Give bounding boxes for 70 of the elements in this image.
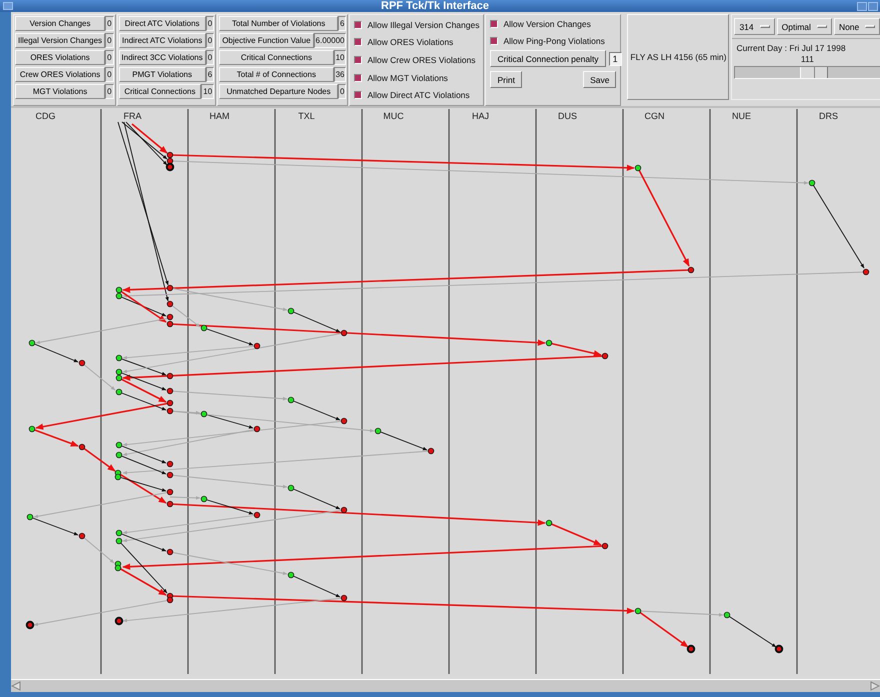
- day-slider[interactable]: [734, 66, 880, 79]
- dropdown[interactable]: 314: [734, 18, 775, 35]
- counter-value: 6: [338, 16, 346, 31]
- counter-button[interactable]: Critical Connections: [118, 84, 202, 99]
- counter-button[interactable]: PMGT Violations: [118, 67, 206, 82]
- column-label: NUE: [732, 111, 751, 121]
- flight-info: FLY AS LH 4156 (65 min): [629, 52, 728, 62]
- counter-value: 10: [334, 50, 346, 65]
- counter-button[interactable]: ORES Violations: [15, 50, 106, 65]
- checkbox[interactable]: [354, 74, 362, 82]
- counter-button[interactable]: Objective Function Value: [219, 33, 314, 48]
- option-label: Allow MGT Violations: [367, 72, 448, 83]
- column-label: FRA: [124, 111, 142, 121]
- checkbox[interactable]: [354, 91, 362, 100]
- column-label: CDG: [36, 111, 56, 121]
- checkbox[interactable]: [354, 38, 362, 46]
- counter-button[interactable]: Unmatched Departure Nodes: [219, 84, 338, 99]
- save-button[interactable]: Save: [583, 71, 616, 88]
- counter-value: 0: [206, 50, 214, 65]
- option-label: Allow Version Changes: [503, 18, 591, 28]
- option-label: Allow Crew ORES Violations: [367, 54, 476, 65]
- counter-value: 0: [206, 33, 214, 48]
- column-label: CGN: [644, 111, 664, 121]
- checkbox[interactable]: [490, 36, 498, 44]
- checkbox[interactable]: [354, 56, 362, 64]
- option-label: Allow Illegal Version Changes: [367, 20, 480, 30]
- print-button[interactable]: Print: [490, 71, 522, 88]
- counter-button[interactable]: Direct ATC Violations: [118, 16, 206, 31]
- counter-button[interactable]: MGT Violations: [15, 84, 106, 99]
- dropdown[interactable]: Optimal: [776, 18, 832, 35]
- counter-button[interactable]: Indirect ATC Violations: [118, 33, 206, 48]
- column-label: DRS: [819, 111, 838, 121]
- option-label: Allow Direct ATC Violations: [367, 90, 470, 100]
- column-label: TXL: [298, 111, 315, 121]
- slider-thumb[interactable]: [800, 67, 828, 78]
- counter-value: 0: [105, 33, 114, 48]
- counter-button[interactable]: Total Number of Violations: [219, 16, 338, 31]
- slider-reading: 111: [800, 54, 815, 64]
- counter-value: 36: [334, 67, 346, 82]
- counter-value: 0: [105, 67, 114, 82]
- checkbox[interactable]: [354, 20, 362, 29]
- dropdown[interactable]: None: [834, 18, 880, 35]
- counter-value: 6.00000: [314, 33, 346, 48]
- counter-value: 0: [105, 16, 114, 31]
- counter-value: 0: [105, 50, 114, 65]
- horizontal-scrollbar[interactable]: [11, 679, 880, 692]
- scroll-right-icon[interactable]: [870, 681, 880, 691]
- penalty-value: 1: [608, 52, 622, 66]
- counter-button[interactable]: Version Changes: [15, 16, 106, 31]
- column-label: HAJ: [472, 111, 489, 121]
- option-label: Allow Ping-Pong Violations: [503, 36, 605, 46]
- counter-button[interactable]: Crew ORES Violations: [15, 67, 106, 82]
- column-label: HAM: [210, 111, 230, 121]
- counter-button[interactable]: Indirect 3CC Violations: [118, 50, 206, 65]
- window-title: RPF Tck/Tk Interface: [380, 0, 490, 12]
- option-label: Allow ORES Violations: [367, 37, 454, 48]
- counter-value: 6: [206, 67, 214, 82]
- counter-value: 0: [206, 16, 214, 31]
- current-day: Current Day : Fri Jul 17 1998: [732, 39, 880, 53]
- penalty-button[interactable]: Critical Connection penalty: [490, 50, 606, 67]
- counter-button[interactable]: Illegal Version Changes: [15, 33, 106, 48]
- counter-value: 0: [105, 84, 114, 99]
- counter-value: 0: [338, 84, 346, 99]
- column-label: DUS: [558, 111, 577, 121]
- counter-button[interactable]: Critical Connections: [219, 50, 334, 65]
- column-label: MUC: [383, 111, 404, 121]
- checkbox[interactable]: [490, 20, 498, 28]
- counter-button[interactable]: Total # of Connections: [219, 67, 334, 82]
- counter-value: 10: [201, 84, 214, 99]
- scroll-left-icon[interactable]: [11, 681, 21, 691]
